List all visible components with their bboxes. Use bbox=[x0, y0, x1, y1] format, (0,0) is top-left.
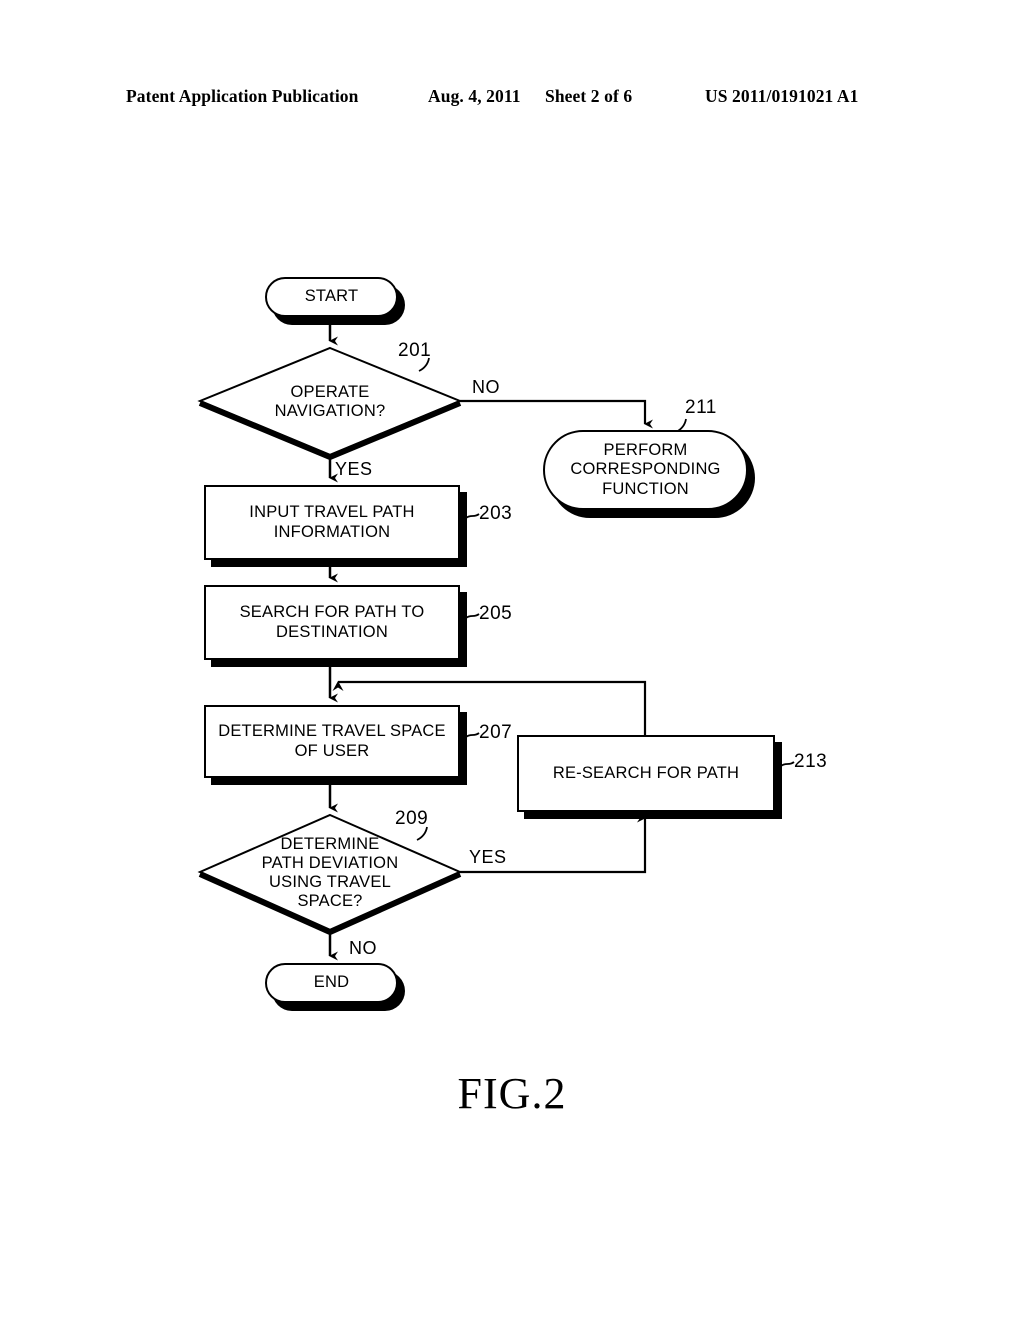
edge-label-209-yes: YES bbox=[469, 847, 507, 867]
figure-caption: FIG.2 bbox=[457, 1069, 567, 1118]
start-node-label: START bbox=[304, 287, 359, 306]
input-travel-path-line2: INFORMATION bbox=[273, 522, 391, 541]
ref-numeral-205: 205 bbox=[479, 603, 513, 624]
ref-numeral-211: 211 bbox=[685, 397, 717, 418]
ref-leader-203 bbox=[465, 513, 480, 519]
ref-leader-207 bbox=[465, 732, 480, 738]
search-path-line2: DESTINATION bbox=[276, 622, 388, 641]
re-search-path-label: RE-SEARCH FOR PATH bbox=[552, 763, 740, 782]
ref-leader-213 bbox=[780, 761, 795, 767]
determine-travel-space-node: DETERMINE TRAVEL SPACE OF USER bbox=[204, 705, 460, 778]
decision-201-shape bbox=[197, 346, 463, 460]
perform-function-line3: FUNCTION bbox=[602, 479, 689, 498]
input-travel-path-line1: INPUT TRAVEL PATH bbox=[249, 503, 415, 522]
determine-travel-space-line2: OF USER bbox=[294, 741, 370, 760]
re-search-path-node: RE-SEARCH FOR PATH bbox=[517, 735, 775, 812]
ref-numeral-207: 207 bbox=[479, 722, 513, 743]
edge-label-209-no: NO bbox=[349, 938, 377, 958]
ref-numeral-213: 213 bbox=[794, 751, 828, 772]
determine-travel-space-line1: DETERMINE TRAVEL SPACE bbox=[218, 722, 446, 741]
flowchart-canvas bbox=[197, 318, 795, 961]
ref-leader-205 bbox=[465, 613, 480, 619]
perform-function-line2: CORRESPONDING bbox=[570, 460, 721, 479]
ref-numeral-203: 203 bbox=[479, 503, 513, 524]
perform-function-node: PERFORM CORRESPONDING FUNCTION bbox=[543, 430, 748, 510]
input-travel-path-node: INPUT TRAVEL PATH INFORMATION bbox=[204, 485, 460, 560]
edge-201-no-to-211 bbox=[460, 399, 653, 429]
decision-209-shape bbox=[197, 813, 463, 935]
search-path-node: SEARCH FOR PATH TO DESTINATION bbox=[204, 585, 460, 660]
search-path-line1: SEARCH FOR PATH TO bbox=[239, 603, 425, 622]
edge-label-201-no: NO bbox=[472, 377, 500, 397]
perform-function-line1: PERFORM bbox=[603, 440, 688, 459]
ref-numeral-209: 209 bbox=[395, 808, 429, 829]
end-node: END bbox=[265, 963, 398, 1003]
end-node-label: END bbox=[313, 973, 350, 992]
edge-label-201-yes: YES bbox=[335, 459, 373, 479]
ref-numeral-201: 201 bbox=[398, 340, 432, 361]
start-node: START bbox=[265, 277, 398, 317]
